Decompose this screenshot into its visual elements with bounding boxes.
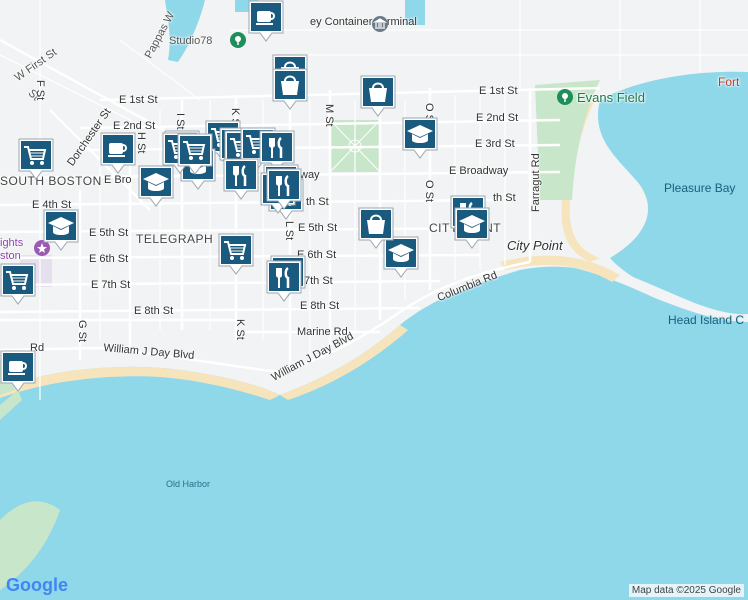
label-e-8th-st: E 8th St bbox=[134, 305, 174, 317]
map-attribution: Map data ©2025 Google bbox=[628, 584, 744, 597]
map-pin-shopping-cart[interactable] bbox=[177, 133, 213, 175]
label-l-st: L St bbox=[283, 221, 295, 241]
label-m-st: M St bbox=[323, 104, 335, 127]
coffee-icon bbox=[0, 350, 36, 392]
map-pin-shopping-cart[interactable] bbox=[218, 233, 254, 275]
label-f-st: F St bbox=[34, 80, 46, 101]
label-telegraph: TELEGRAPH bbox=[136, 232, 214, 246]
label-i-st: I St bbox=[174, 113, 186, 130]
label-4th-st-right: th St bbox=[493, 192, 516, 204]
shopping-bag-icon bbox=[272, 68, 308, 110]
google-logo-text: Google bbox=[6, 575, 68, 595]
map-pin-restaurant[interactable] bbox=[266, 168, 302, 210]
map-pin-coffee[interactable] bbox=[248, 0, 284, 42]
coffee-icon bbox=[100, 132, 136, 174]
map-pin-coffee[interactable] bbox=[100, 132, 136, 174]
shopping-bag-icon bbox=[360, 75, 396, 117]
label-e-1st-st-right: E 1st St bbox=[479, 85, 518, 97]
restaurant-icon bbox=[223, 158, 259, 200]
label-e-1st-st: E 1st St bbox=[119, 94, 158, 106]
map-pin-school[interactable] bbox=[43, 209, 79, 251]
map-pin-shopping-bag[interactable] bbox=[272, 68, 308, 110]
label-farragut-rd: Farragut Rd bbox=[530, 153, 542, 212]
school-icon bbox=[43, 209, 79, 251]
label-boston: ston bbox=[0, 250, 21, 262]
map-pin-restaurant[interactable] bbox=[223, 158, 259, 200]
map-pin-school[interactable] bbox=[402, 117, 438, 159]
label-studio78: Studio78 bbox=[169, 35, 213, 47]
shopping-cart-icon bbox=[177, 133, 213, 175]
map-pin-restaurant[interactable] bbox=[266, 260, 302, 302]
map-pin-shopping-bag[interactable] bbox=[360, 75, 396, 117]
label-e-broadway: E Broadway bbox=[449, 165, 509, 177]
google-logo: Google bbox=[6, 575, 68, 596]
label-e-2nd-st: E 2nd St bbox=[113, 120, 156, 132]
label-container-terminal: ey Container Terminal bbox=[310, 16, 417, 28]
label-4th-st-mid: th St bbox=[306, 196, 329, 208]
label-h-st: H St bbox=[135, 132, 147, 154]
label-e-6th-st: E 6th St bbox=[89, 253, 129, 265]
label-e-5th-st-mid: E 5th St bbox=[298, 222, 338, 234]
restaurant-icon bbox=[266, 260, 302, 302]
label-e-8th-st-mid: E 8th St bbox=[300, 300, 340, 312]
shopping-cart-icon bbox=[18, 138, 54, 180]
shopping-cart-icon bbox=[0, 263, 36, 305]
label-e-7th-st: E 7th St bbox=[91, 279, 131, 291]
map-pin-school[interactable] bbox=[454, 207, 490, 249]
studio78-poi-icon[interactable] bbox=[229, 31, 247, 49]
label-e-5th-st: E 5th St bbox=[89, 227, 129, 239]
label-e-3rd-st: E 3rd St bbox=[475, 138, 515, 150]
museum-icon[interactable] bbox=[371, 15, 389, 33]
evans-field-poi-icon[interactable] bbox=[556, 88, 574, 106]
label-o-st: O St bbox=[423, 180, 435, 203]
shopping-bag-icon bbox=[358, 207, 394, 249]
label-old-harbor: Old Harbor bbox=[166, 479, 211, 489]
label-e-bro: E Bro bbox=[104, 174, 132, 186]
label-heights: ights bbox=[0, 237, 24, 249]
restaurant-icon bbox=[266, 168, 302, 210]
map-pin-coffee[interactable] bbox=[0, 350, 36, 392]
map-pin-shopping-cart[interactable] bbox=[18, 138, 54, 180]
label-pleasure-bay: Pleasure Bay bbox=[664, 181, 736, 195]
map-pin-shopping-cart[interactable] bbox=[0, 263, 36, 305]
label-e-2nd-st-right: E 2nd St bbox=[476, 112, 519, 124]
label-city-point: City Point bbox=[507, 238, 563, 253]
map-pin-shopping-bag[interactable] bbox=[358, 207, 394, 249]
label-evans-field: Evans Field bbox=[577, 90, 645, 105]
school-icon bbox=[402, 117, 438, 159]
map-canvas[interactable]: W First St St Pappas W ey Container Term… bbox=[0, 0, 748, 600]
label-k-st: K St bbox=[234, 319, 246, 340]
shopping-cart-icon bbox=[218, 233, 254, 275]
label-head-island: Head Island C bbox=[668, 313, 745, 327]
label-fort: Fort bbox=[718, 75, 740, 89]
school-icon bbox=[454, 207, 490, 249]
label-g-st: G St bbox=[76, 320, 88, 343]
coffee-icon bbox=[248, 0, 284, 42]
label-7th-st-mid: 7th St bbox=[304, 275, 333, 287]
